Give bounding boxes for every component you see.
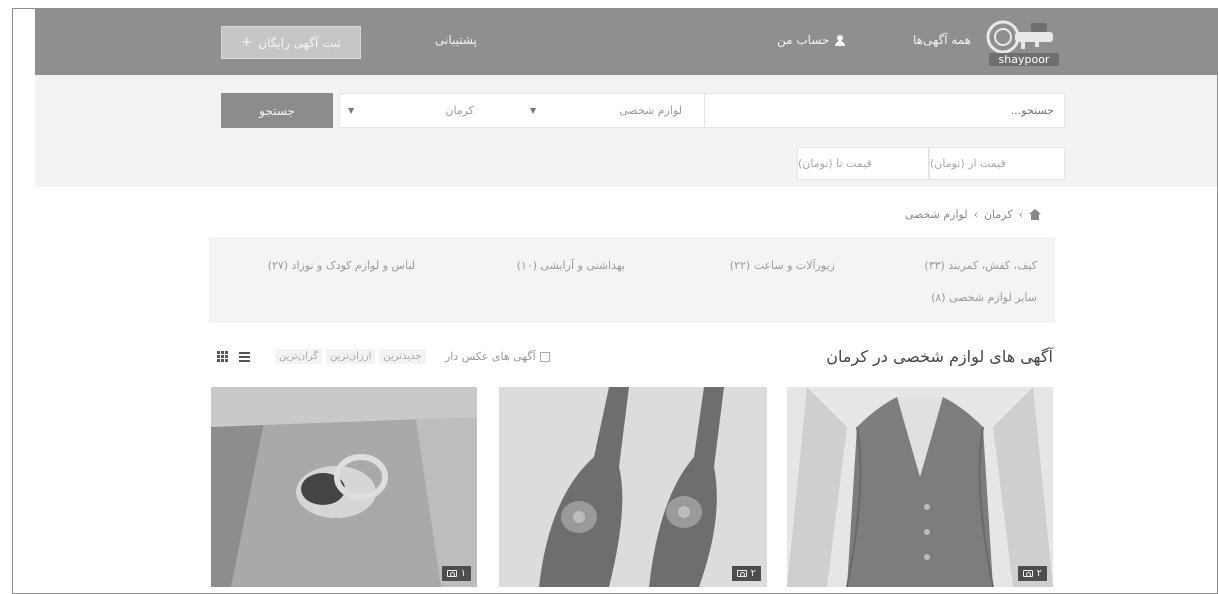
photo-count-badge: ۱ bbox=[441, 566, 471, 581]
camera-icon bbox=[736, 570, 747, 577]
photo-count-badge: ۲ bbox=[731, 566, 761, 581]
search-button[interactable]: جستجو bbox=[221, 93, 333, 128]
photo-count: ۲ bbox=[1036, 568, 1042, 579]
subcategory-link[interactable]: لباس و لوازم کودک و نوزاد (۲۷) bbox=[268, 259, 415, 272]
ad-card[interactable]: ۱ bbox=[211, 387, 477, 587]
city-select-value: کرمان bbox=[445, 104, 474, 117]
list-view-icon[interactable] bbox=[239, 352, 250, 362]
subcategory-link[interactable]: بهداشتی و آرایشی (۱۰) bbox=[517, 259, 625, 272]
ad-card[interactable]: ۲ bbox=[787, 387, 1053, 587]
category-select[interactable]: ▼ لوازم شخصی bbox=[530, 94, 690, 127]
photo-filter-label: آگهی های عکس دار bbox=[445, 350, 536, 363]
nav-support-link[interactable]: پشتیبانی bbox=[435, 33, 477, 47]
plus-icon: + bbox=[241, 35, 253, 50]
camera-icon bbox=[1022, 570, 1033, 577]
breadcrumb-item-category[interactable]: لوازم شخصی bbox=[905, 208, 968, 221]
city-select[interactable]: ▼ کرمان bbox=[348, 94, 524, 127]
sort-tab[interactable]: گران‌ترین bbox=[275, 349, 323, 364]
nav-all-ads-link[interactable]: همه آگهی‌ها bbox=[913, 33, 971, 47]
sort-tab[interactable]: جدیدترین bbox=[379, 349, 426, 364]
ad-photo-shoes bbox=[499, 387, 767, 587]
listing-title: آگهی های لوازم شخصی در کرمان bbox=[826, 347, 1053, 366]
subcategory-link[interactable]: زیورآلات و ساعت (۲۲) bbox=[730, 259, 835, 272]
ad-photo-vest bbox=[787, 387, 1053, 587]
breadcrumb: › کرمان › لوازم شخصی bbox=[905, 208, 1041, 221]
photo-filter-checkbox[interactable] bbox=[539, 351, 550, 362]
breadcrumb-separator: › bbox=[1018, 208, 1023, 221]
breadcrumb-item-city[interactable]: کرمان bbox=[984, 208, 1013, 221]
search-input[interactable] bbox=[704, 94, 1064, 127]
search-bar: ▼ کرمان ▼ لوازم شخصی bbox=[339, 93, 1065, 128]
post-ad-label: ثبت آگهی رایگان bbox=[258, 35, 341, 50]
chevron-down-icon: ▼ bbox=[348, 106, 355, 115]
photo-filter[interactable]: آگهی های عکس دار bbox=[445, 350, 550, 363]
nav-account-link[interactable]: حساب من bbox=[777, 33, 846, 47]
breadcrumb-separator: › bbox=[973, 208, 978, 221]
page-frame: + ثبت آگهی رایگان پشتیبانی حساب من همه آ… bbox=[12, 8, 1218, 594]
chevron-down-icon: ▼ bbox=[530, 106, 537, 115]
top-header: + ثبت آگهی رایگان پشتیبانی حساب من همه آ… bbox=[35, 9, 1217, 75]
home-icon[interactable] bbox=[1029, 209, 1041, 220]
sort-tabs: جدیدترین ارزان‌ترین گران‌ترین bbox=[275, 349, 426, 364]
photo-count-badge: ۲ bbox=[1017, 566, 1047, 581]
sort-tab[interactable]: ارزان‌ترین bbox=[326, 349, 376, 364]
subcategory-link[interactable]: کیف، کفش، کمربند (۳۳) bbox=[924, 259, 1037, 272]
post-ad-button[interactable]: + ثبت آگهی رایگان bbox=[221, 26, 361, 59]
photo-count: ۱ bbox=[460, 568, 466, 579]
account-label: حساب من bbox=[777, 33, 830, 47]
ad-photo-ring bbox=[211, 387, 477, 587]
category-select-value: لوازم شخصی bbox=[619, 104, 682, 117]
camera-icon bbox=[446, 570, 457, 577]
subcategory-link[interactable]: سایر لوازم شخصی (۸) bbox=[931, 291, 1037, 304]
logo-text: shaypoor bbox=[989, 53, 1059, 66]
price-max-field[interactable]: قیمت تا (تومان) bbox=[797, 147, 929, 180]
grid-view-icon[interactable] bbox=[217, 351, 229, 363]
search-section: جستجو ▼ کرمان ▼ لوازم شخصی قیمت از (توما… bbox=[35, 75, 1217, 187]
photo-count: ۲ bbox=[750, 568, 756, 579]
ad-card[interactable]: ۲ bbox=[499, 387, 767, 587]
user-icon bbox=[835, 34, 846, 46]
subcategory-panel: کیف، کفش، کمربند (۳۳) زیورآلات و ساعت (۲… bbox=[209, 237, 1055, 323]
price-min-field[interactable]: قیمت از (تومان) bbox=[929, 147, 1065, 180]
